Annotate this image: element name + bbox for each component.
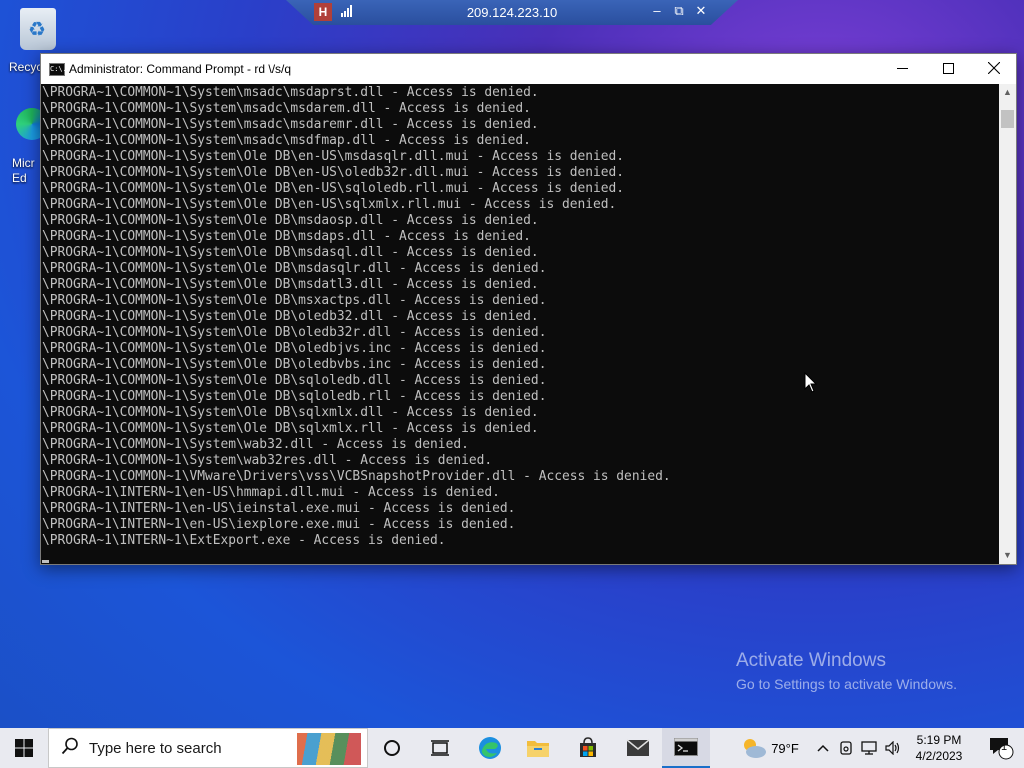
- console-line: \PROGRA~1\INTERN~1\ExtExport.exe - Acces…: [42, 533, 446, 548]
- close-button[interactable]: [971, 54, 1017, 84]
- rdp-close-icon[interactable]: ✕: [692, 3, 710, 19]
- console-line: \PROGRA~1\INTERN~1\en-US\iexplore.exe.mu…: [42, 517, 516, 532]
- close-icon: [987, 61, 1001, 75]
- taskbar-store-button[interactable]: [564, 728, 612, 768]
- speaker-icon: [885, 741, 900, 755]
- cortana-icon: [384, 740, 400, 756]
- scroll-down-icon[interactable]: ▼: [999, 547, 1016, 564]
- edge-browser-icon: [479, 737, 501, 759]
- weather-widget[interactable]: 79°F: [736, 728, 804, 768]
- console-output[interactable]: \PROGRA~1\COMMON~1\System\msadc\msdaprst…: [41, 84, 999, 564]
- notification-count: 1: [1000, 741, 1008, 753]
- scroll-up-icon[interactable]: ▲: [999, 84, 1016, 101]
- network-button[interactable]: [858, 728, 880, 768]
- command-prompt-icon: C:\.: [49, 63, 67, 76]
- edge-label-line2: Ed: [12, 171, 27, 185]
- notification-center-button[interactable]: 1: [978, 728, 1024, 768]
- task-view-button[interactable]: [368, 728, 416, 768]
- console-line: \PROGRA~1\COMMON~1\System\msadc\msdarem.…: [42, 101, 531, 116]
- console-line: \PROGRA~1\COMMON~1\System\Ole DB\sqloled…: [42, 389, 547, 404]
- console-line: \PROGRA~1\COMMON~1\System\msadc\msdfmap.…: [42, 133, 531, 148]
- chevron-up-icon: [817, 744, 829, 752]
- minimize-icon: [896, 68, 908, 69]
- minimize-button[interactable]: [879, 54, 925, 84]
- taskbar-clock[interactable]: 5:19 PM 4/2/2023: [903, 728, 975, 768]
- console-lines: \PROGRA~1\COMMON~1\System\msadc\msdaprst…: [41, 84, 999, 549]
- console-line: \PROGRA~1\COMMON~1\System\Ole DB\oledbjv…: [42, 341, 547, 356]
- console-line: \PROGRA~1\INTERN~1\en-US\ieinstal.exe.mu…: [42, 501, 516, 516]
- console-line: \PROGRA~1\COMMON~1\System\Ole DB\oledb32…: [42, 309, 539, 324]
- tray-device-icon-button[interactable]: [836, 728, 856, 768]
- console-line: \PROGRA~1\COMMON~1\System\Ole DB\en-US\s…: [42, 197, 617, 212]
- microsoft-store-icon: [580, 737, 596, 757]
- recycle-bin-label: Recyc: [9, 60, 43, 74]
- console-line: \PROGRA~1\INTERN~1\en-US\hmmapi.dll.mui …: [42, 485, 500, 500]
- console-line: \PROGRA~1\COMMON~1\VMware\Drivers\vss\VC…: [42, 469, 671, 484]
- console-line: \PROGRA~1\COMMON~1\System\Ole DB\oledbvb…: [42, 357, 547, 372]
- console-line: \PROGRA~1\COMMON~1\System\wab32res.dll -…: [42, 453, 493, 468]
- console-line: \PROGRA~1\COMMON~1\System\Ole DB\msdasql…: [42, 261, 547, 276]
- console-line: \PROGRA~1\COMMON~1\System\Ole DB\en-US\o…: [42, 165, 625, 180]
- maximize-button[interactable]: [925, 54, 971, 84]
- folder-icon: [527, 741, 549, 757]
- search-highlight-icon: [297, 733, 361, 765]
- console-line: \PROGRA~1\COMMON~1\System\msadc\msdaprst…: [42, 85, 539, 100]
- window-title: Administrator: Command Prompt - rd \/s/q: [69, 62, 292, 76]
- windows-logo-icon: [15, 739, 33, 757]
- rdp-minimize-icon[interactable]: –: [648, 3, 666, 18]
- command-prompt-taskbar-icon: [674, 738, 698, 756]
- volume-button[interactable]: [882, 728, 904, 768]
- weather-temperature: 79°F: [771, 740, 799, 756]
- taskbar-file-explorer-button[interactable]: [514, 728, 562, 768]
- console-line: \PROGRA~1\COMMON~1\System\Ole DB\msdaps.…: [42, 229, 531, 244]
- console-line: \PROGRA~1\COMMON~1\System\Ole DB\msdatl3…: [42, 277, 539, 292]
- console-line: \PROGRA~1\COMMON~1\System\Ole DB\msdaosp…: [42, 213, 539, 228]
- clock-time: 5:19 PM: [916, 733, 962, 747]
- mail-icon: [626, 739, 650, 756]
- text-cursor: [42, 560, 49, 563]
- recycle-bin-icon: [20, 8, 56, 50]
- console-line: \PROGRA~1\COMMON~1\System\Ole DB\en-US\s…: [42, 181, 625, 196]
- taskbar-search-box[interactable]: Type here to search: [48, 728, 368, 768]
- activate-windows-watermark: Activate Windows Go to Settings to activ…: [736, 650, 957, 692]
- console-line: \PROGRA~1\COMMON~1\System\Ole DB\oledb32…: [42, 325, 547, 340]
- vertical-scrollbar[interactable]: ▲ ▼: [999, 84, 1016, 564]
- weather-partly-cloudy-icon: [744, 739, 767, 758]
- taskbar-command-prompt-button[interactable]: [662, 728, 710, 768]
- search-placeholder: Type here to search: [89, 739, 222, 757]
- console-line: \PROGRA~1\COMMON~1\System\Ole DB\msdasql…: [42, 245, 539, 260]
- taskbar-mail-button[interactable]: [614, 728, 662, 768]
- taskbar-edge-button[interactable]: [466, 728, 514, 768]
- console-line: \PROGRA~1\COMMON~1\System\msadc\msdaremr…: [42, 117, 539, 132]
- maximize-icon: [942, 63, 954, 74]
- device-icon: [840, 741, 852, 755]
- show-hidden-icons-button[interactable]: [812, 728, 834, 768]
- console-line: \PROGRA~1\COMMON~1\System\Ole DB\sqlxmlx…: [42, 421, 539, 436]
- console-line: \PROGRA~1\COMMON~1\System\Ole DB\msxactp…: [42, 293, 547, 308]
- mouse-pointer-icon: [804, 372, 818, 393]
- task-view-icon: [431, 740, 449, 756]
- recycle-bin-shortcut[interactable]: Recyc: [9, 8, 64, 74]
- console-line: \PROGRA~1\COMMON~1\System\Ole DB\sqloled…: [42, 373, 547, 388]
- edge-label-line1: Micr: [12, 156, 35, 170]
- console-line: \PROGRA~1\COMMON~1\System\Ole DB\sqlxmlx…: [42, 405, 539, 420]
- console-line: \PROGRA~1\COMMON~1\System\Ole DB\en-US\m…: [42, 149, 625, 164]
- command-prompt-window: C:\. Administrator: Command Prompt - rd …: [40, 53, 1017, 565]
- window-titlebar[interactable]: C:\. Administrator: Command Prompt - rd …: [41, 54, 1016, 84]
- start-button[interactable]: [0, 728, 48, 768]
- rdp-connection-bar: H 209.124.223.10 – ⧉ ✕: [286, 0, 738, 25]
- edge-label: Micr Ed: [12, 156, 35, 186]
- clock-date: 4/2/2023: [915, 749, 963, 763]
- network-icon: [861, 741, 877, 755]
- console-line: \PROGRA~1\COMMON~1\System\wab32.dll - Ac…: [42, 437, 469, 452]
- taskbar: Type here to search 79°F 5:19 PM 4/2/202…: [0, 728, 1024, 768]
- search-icon: [61, 737, 79, 760]
- activate-windows-title: Activate Windows: [736, 650, 886, 671]
- task-view-icon-button[interactable]: [416, 728, 464, 768]
- activate-windows-subtitle: Go to Settings to activate Windows.: [736, 676, 957, 692]
- scrollbar-thumb[interactable]: [1001, 110, 1014, 128]
- rdp-restore-icon[interactable]: ⧉: [670, 3, 688, 19]
